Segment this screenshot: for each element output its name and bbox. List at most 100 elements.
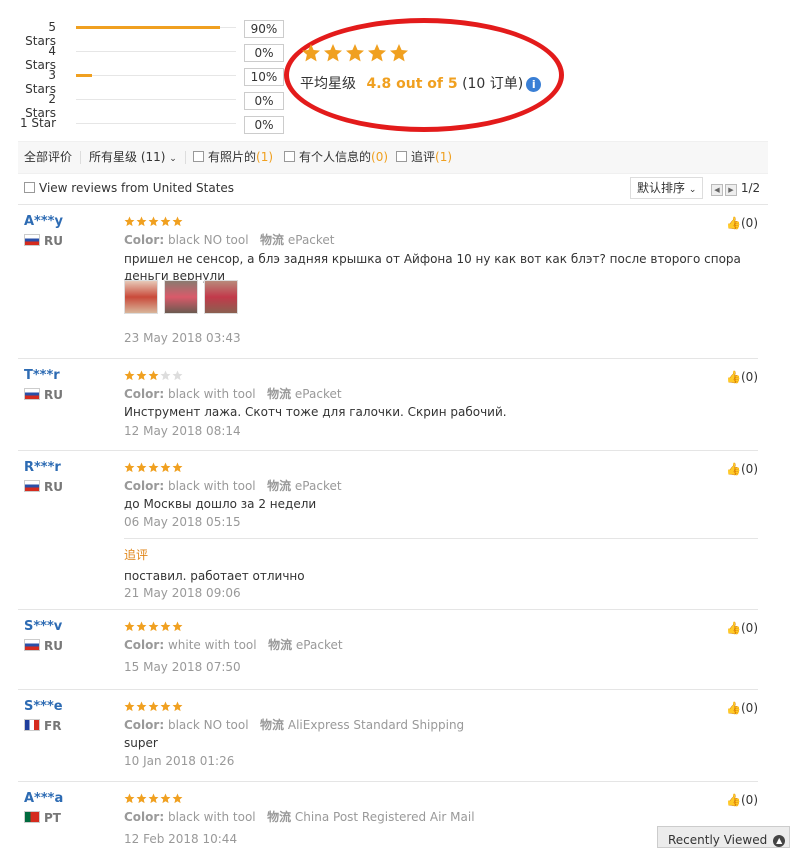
review-meta: Color: black with tool 物流 ePacket (124, 385, 342, 402)
star-icon (160, 701, 171, 712)
reviewer-name[interactable]: T***r (24, 368, 60, 383)
next-page-icon[interactable]: ▶ (725, 184, 737, 196)
review-photo[interactable] (124, 280, 158, 314)
review-photo[interactable] (164, 280, 198, 314)
country-code: PT (44, 811, 61, 825)
dist-bar-fill (76, 26, 220, 29)
meta-label: Color: (124, 638, 165, 652)
review-photo[interactable] (204, 280, 238, 314)
sort-label: 默认排序 (637, 181, 686, 195)
checkbox[interactable] (396, 151, 407, 162)
review-meta: Color: white with tool 物流 ePacket (124, 636, 343, 653)
checkbox[interactable] (284, 151, 295, 162)
star-icon (172, 370, 183, 381)
meta-color: black NO tool (167, 718, 249, 732)
star-icon (160, 793, 171, 804)
like-count: (0) (741, 701, 758, 715)
country-code: RU (44, 234, 63, 248)
reviewer-name[interactable]: S***e (24, 699, 63, 714)
filter-count: (1) (435, 150, 453, 164)
order-count: (10 订单) (462, 76, 524, 92)
star-icon (160, 216, 171, 227)
like-button[interactable]: 👍(0) (726, 462, 758, 476)
country-code: FR (44, 719, 62, 733)
like-button[interactable]: 👍(0) (726, 370, 758, 384)
like-button[interactable]: 👍(0) (726, 701, 758, 715)
meta-label: 物流 (268, 638, 293, 652)
like-button[interactable]: 👍(0) (726, 621, 758, 635)
meta-color: black with tool (167, 479, 256, 493)
checkbox[interactable] (24, 182, 35, 193)
followup-title: 追评 (124, 548, 149, 562)
meta-label: 物流 (267, 387, 292, 401)
reviewer-name[interactable]: S***v (24, 619, 62, 634)
dist-percent: 0% (244, 44, 284, 62)
country-code: RU (44, 639, 63, 653)
filter-star-dropdown[interactable]: 所有星级 (11) ⌄ (89, 142, 177, 174)
review-stars (124, 701, 183, 712)
review-item: T***r RU Color: black with tool 物流 ePack… (18, 368, 758, 451)
star-icon (124, 701, 135, 712)
like-button[interactable]: 👍(0) (726, 793, 758, 807)
checkbox[interactable] (193, 151, 204, 162)
star-icon (390, 44, 408, 62)
average-rating-line: 平均星级 4.8 out of 5 (10 订单) i (300, 73, 542, 93)
dist-percent: 10% (244, 68, 284, 86)
meta-shipping: ePacket (294, 479, 342, 493)
meta-shipping: AliExpress Standard Shipping (287, 718, 465, 732)
dist-bar (76, 26, 236, 29)
reviewer-name[interactable]: A***y (24, 214, 63, 229)
meta-label: Color: (124, 387, 165, 401)
filter-count: (0) (371, 150, 389, 164)
info-icon[interactable]: i (526, 76, 542, 92)
meta-color: white with tool (167, 638, 257, 652)
flag-pt-icon (24, 811, 40, 823)
recently-viewed-tab[interactable]: Recently Viewed ▲ (657, 826, 790, 848)
review-meta: Color: black with tool 物流 ePacket (124, 477, 342, 494)
meta-shipping: ePacket (295, 638, 343, 652)
meta-label: 物流 (267, 479, 292, 493)
reviewer-name[interactable]: R***r (24, 460, 61, 475)
flag-ru-icon (24, 388, 40, 400)
view-us-reviews[interactable]: View reviews from United States (24, 181, 234, 195)
sort-dropdown[interactable]: 默认排序 ⌄ (630, 177, 704, 199)
chevron-down-icon: ⌄ (169, 154, 177, 164)
star-icon (124, 621, 135, 632)
reviewer-country: PT (24, 811, 61, 825)
meta-label: 物流 (267, 810, 292, 824)
star-icon (160, 370, 171, 381)
star-icon (172, 462, 183, 473)
star-icon (124, 462, 135, 473)
star-icon (148, 370, 159, 381)
like-count: (0) (741, 216, 758, 230)
star-icon (148, 462, 159, 473)
prev-page-icon[interactable]: ◀ (711, 184, 723, 196)
review-date: 23 May 2018 03:43 (124, 331, 241, 345)
review-item: S***v RU Color: white with tool 物流 ePack… (18, 619, 758, 690)
divider (80, 151, 81, 164)
filter-with-photos[interactable]: 有照片的(1) (193, 142, 273, 172)
star-icon (172, 621, 183, 632)
star-icon (124, 793, 135, 804)
star-icon (124, 216, 135, 227)
filter-all-reviews[interactable]: 全部评价 (24, 142, 72, 172)
like-count: (0) (741, 370, 758, 384)
star-icon (148, 216, 159, 227)
dist-bar-fill (76, 74, 92, 77)
star-icon (160, 462, 171, 473)
meta-color: black with tool (167, 810, 256, 824)
meta-color: black with tool (167, 387, 256, 401)
filter-bar: 全部评价 所有星级 (11) ⌄ 有照片的(1) 有个人信息的(0) 追评(1) (18, 141, 768, 174)
thumbs-up-icon: 👍 (726, 370, 741, 384)
filter-with-personal-info[interactable]: 有个人信息的(0) (284, 142, 388, 172)
reviewer-name[interactable]: A***a (24, 791, 63, 806)
thumbs-up-icon: 👍 (726, 462, 741, 476)
filter-count: (1) (256, 150, 274, 164)
star-icon (172, 216, 183, 227)
like-button[interactable]: 👍(0) (726, 216, 758, 230)
average-value: 4.8 out of 5 (366, 76, 458, 92)
average-stars (301, 43, 409, 63)
flag-ru-icon (24, 480, 40, 492)
review-item: R***r RU Color: black with tool 物流 ePack… (18, 460, 758, 610)
filter-followup[interactable]: 追评(1) (396, 142, 452, 172)
